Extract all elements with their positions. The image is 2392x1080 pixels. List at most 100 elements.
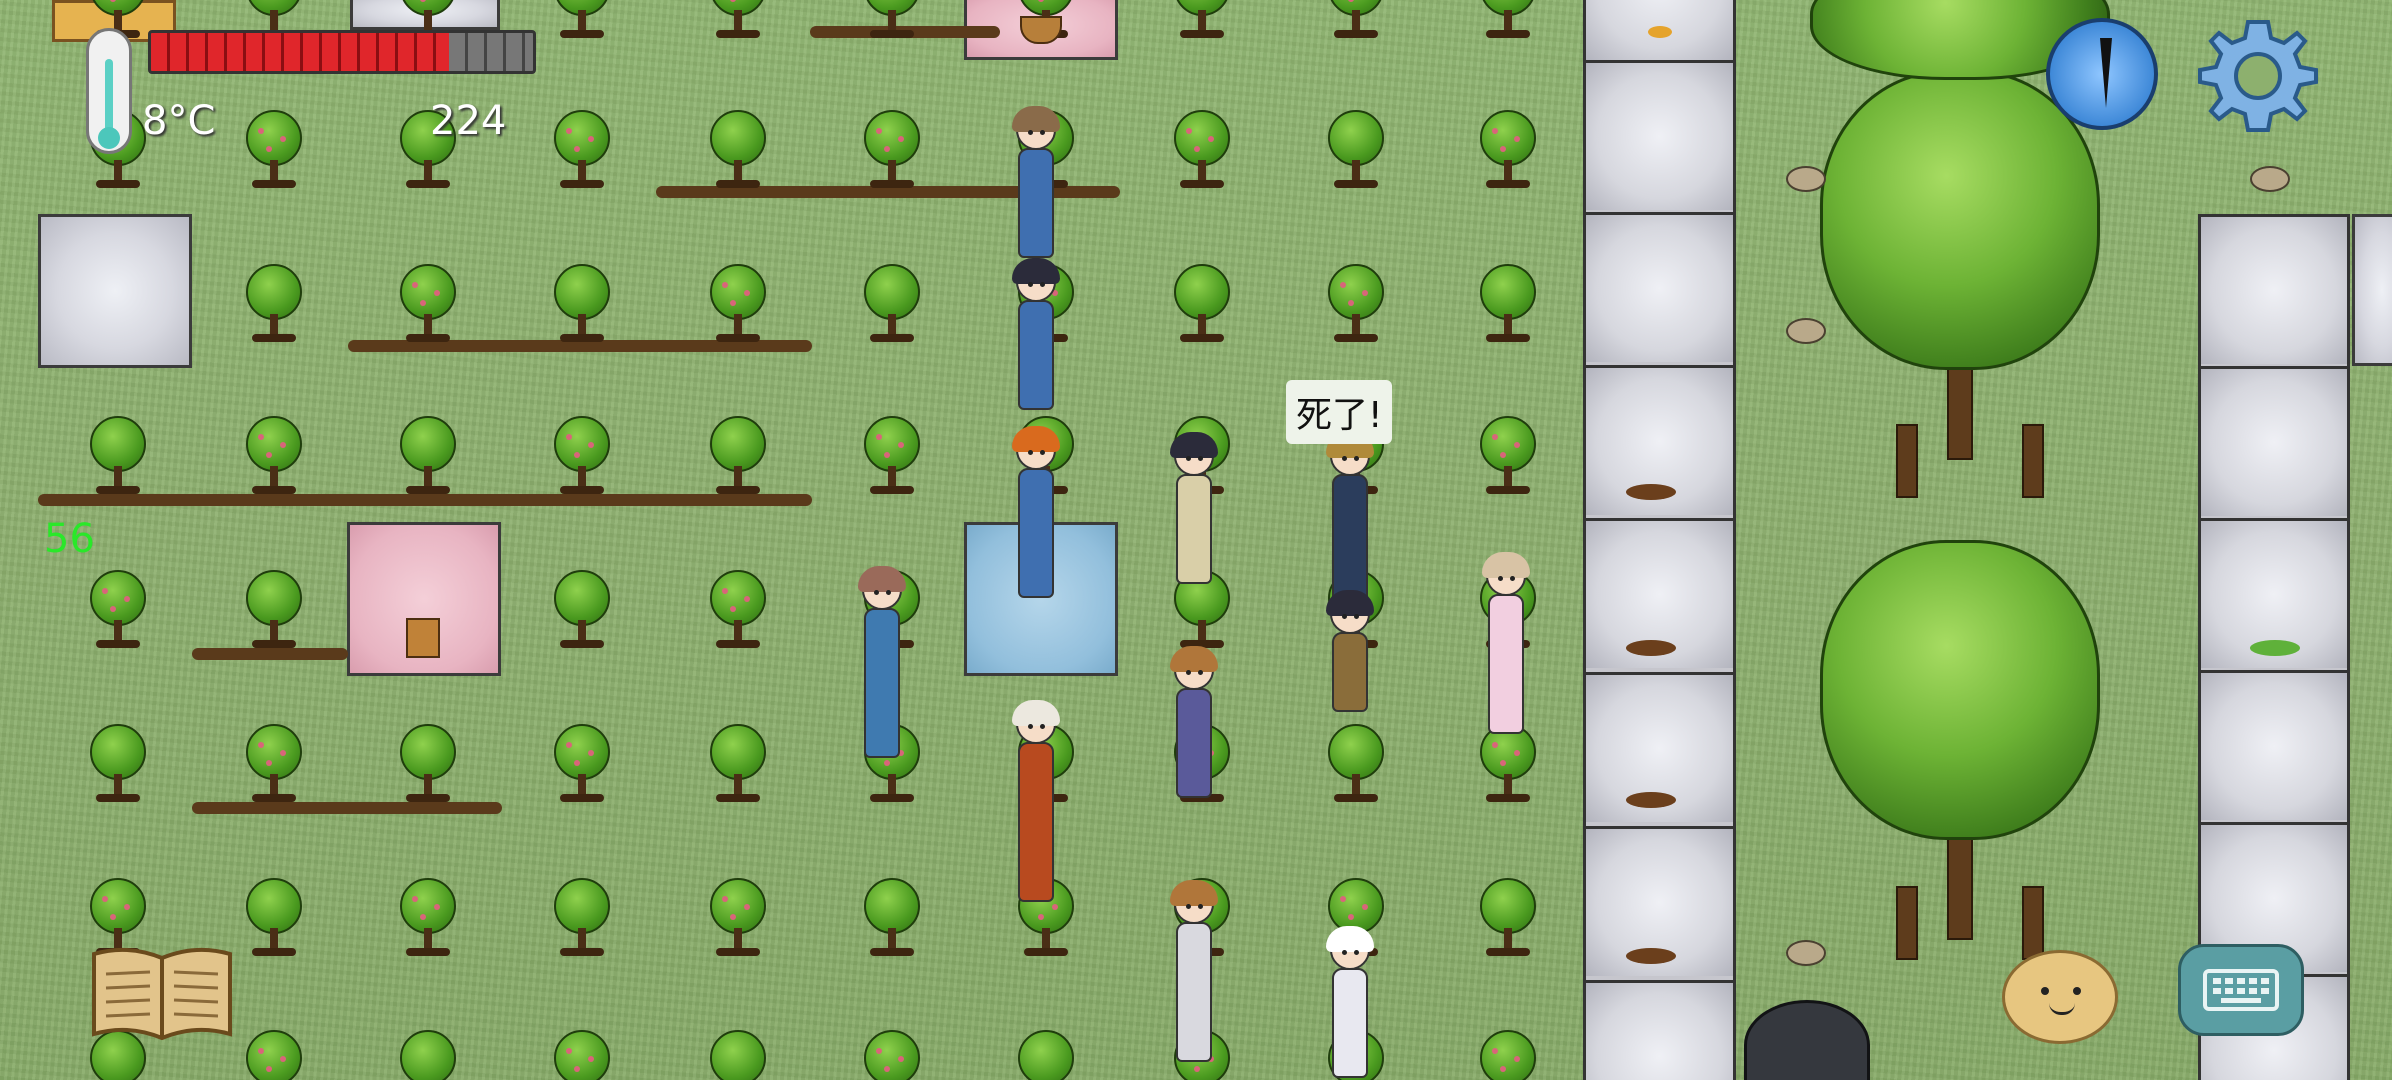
villager-character[interactable] <box>1164 432 1224 586</box>
berry-bush[interactable] <box>1478 264 1538 344</box>
berry-bush[interactable] <box>244 264 304 344</box>
book-icon[interactable] <box>88 944 236 1042</box>
villager-character[interactable] <box>1164 880 1224 1064</box>
berry-bush[interactable] <box>244 724 304 804</box>
berry-bush[interactable] <box>862 110 922 190</box>
berry-bush[interactable] <box>862 416 922 496</box>
dirt-pile[interactable] <box>1626 640 1676 656</box>
berry-bush[interactable] <box>552 1030 612 1080</box>
bush-crown <box>90 878 146 934</box>
berry-bush[interactable] <box>552 416 612 496</box>
villager-character[interactable] <box>1164 646 1224 800</box>
large-tree[interactable] <box>1800 540 2120 940</box>
berry-bush[interactable] <box>1478 416 1538 496</box>
leaf-pile[interactable] <box>2250 640 2300 656</box>
rock[interactable] <box>1786 318 1826 344</box>
berry-bush[interactable] <box>1016 1030 1076 1080</box>
berry-bush[interactable] <box>1478 0 1538 40</box>
berry-bush[interactable] <box>398 264 458 344</box>
berry-bush[interactable] <box>552 264 612 344</box>
villager-character[interactable] <box>1476 552 1536 736</box>
berry-bush[interactable] <box>88 724 148 804</box>
berry-bush[interactable] <box>552 878 612 958</box>
berry-bush[interactable] <box>1326 0 1386 40</box>
villager-character[interactable] <box>1320 926 1380 1080</box>
gear-icon[interactable] <box>2196 14 2320 138</box>
berry-bush[interactable] <box>708 110 768 190</box>
bush-crown <box>1480 264 1536 320</box>
berry-bush[interactable] <box>1172 110 1232 190</box>
berry-bush[interactable] <box>88 416 148 496</box>
smiley-face-icon[interactable] <box>2002 950 2118 1044</box>
bush-root <box>716 948 760 956</box>
berry-bush[interactable] <box>1326 724 1386 804</box>
berry-bush[interactable] <box>244 878 304 958</box>
villager-character[interactable] <box>1320 590 1380 714</box>
berry-bush[interactable] <box>862 264 922 344</box>
berry-bush[interactable] <box>1326 264 1386 344</box>
berry-bush[interactable] <box>708 878 768 958</box>
berry-bush[interactable] <box>862 1030 922 1080</box>
berry-bush[interactable] <box>552 570 612 650</box>
berry-bush[interactable] <box>708 416 768 496</box>
dirt-pile[interactable] <box>1626 948 1676 964</box>
berry-bush[interactable] <box>244 1030 304 1080</box>
berry <box>280 442 286 448</box>
berry-bush[interactable] <box>862 878 922 958</box>
rock[interactable] <box>1786 940 1826 966</box>
berry <box>1500 146 1506 152</box>
villager-character[interactable] <box>1006 700 1066 904</box>
bush-root <box>1486 180 1530 188</box>
berry-bush[interactable] <box>244 570 304 650</box>
berry-bush[interactable] <box>708 264 768 344</box>
stone-path-tile <box>2201 670 2347 820</box>
rock[interactable] <box>2250 166 2290 192</box>
dirt-pile[interactable] <box>1626 484 1676 500</box>
berry-bush[interactable] <box>1172 264 1232 344</box>
age-counter: 56 <box>44 516 95 562</box>
villager-character[interactable] <box>1006 426 1066 600</box>
game-world[interactable]: 8°C 224 56 死了! <box>0 0 2392 1080</box>
berry-bush[interactable] <box>398 878 458 958</box>
berry-bush[interactable] <box>1478 110 1538 190</box>
bush-crown <box>400 1030 456 1080</box>
berry-bush[interactable] <box>398 724 458 804</box>
berry-bush[interactable] <box>88 570 148 650</box>
berry-bush[interactable] <box>1326 110 1386 190</box>
bush-root <box>716 30 760 38</box>
dirt-pile[interactable] <box>1626 792 1676 808</box>
wooden-bucket[interactable] <box>406 618 440 658</box>
berry-bush[interactable] <box>552 724 612 804</box>
villager-character[interactable] <box>1006 106 1066 260</box>
berry-bush[interactable] <box>552 110 612 190</box>
villager-character[interactable] <box>1006 258 1066 412</box>
rock[interactable] <box>1786 166 1826 192</box>
keyboard-icon[interactable] <box>2178 944 2304 1036</box>
compass-icon[interactable] <box>2046 18 2158 130</box>
berry-bush[interactable] <box>398 1030 458 1080</box>
berry-bush[interactable] <box>244 416 304 496</box>
health-bar-empty <box>448 33 533 71</box>
bush-crown <box>554 570 610 626</box>
berry-bush[interactable] <box>708 1030 768 1080</box>
stone-pile[interactable] <box>1744 1000 1870 1080</box>
villager-eye <box>1342 614 1347 619</box>
villager-eye <box>1028 450 1033 455</box>
bread-loaf[interactable] <box>1648 26 1672 38</box>
berry-bush[interactable] <box>1478 1030 1538 1080</box>
berry-bush[interactable] <box>244 110 304 190</box>
berry-bush[interactable] <box>708 570 768 650</box>
berry-bush[interactable] <box>398 416 458 496</box>
villager-character[interactable] <box>852 566 912 760</box>
villager-character[interactable] <box>1320 432 1380 606</box>
bush-root <box>560 948 604 956</box>
berry-bush[interactable] <box>1172 0 1232 40</box>
bush-root <box>1486 334 1530 342</box>
berry-bush[interactable] <box>708 0 768 40</box>
berry-bush[interactable] <box>1478 878 1538 958</box>
berry-bush[interactable] <box>862 0 922 40</box>
berry-bush[interactable] <box>552 0 612 40</box>
berry-bush[interactable] <box>1478 724 1538 804</box>
berry-bush[interactable] <box>708 724 768 804</box>
berry <box>420 914 426 920</box>
